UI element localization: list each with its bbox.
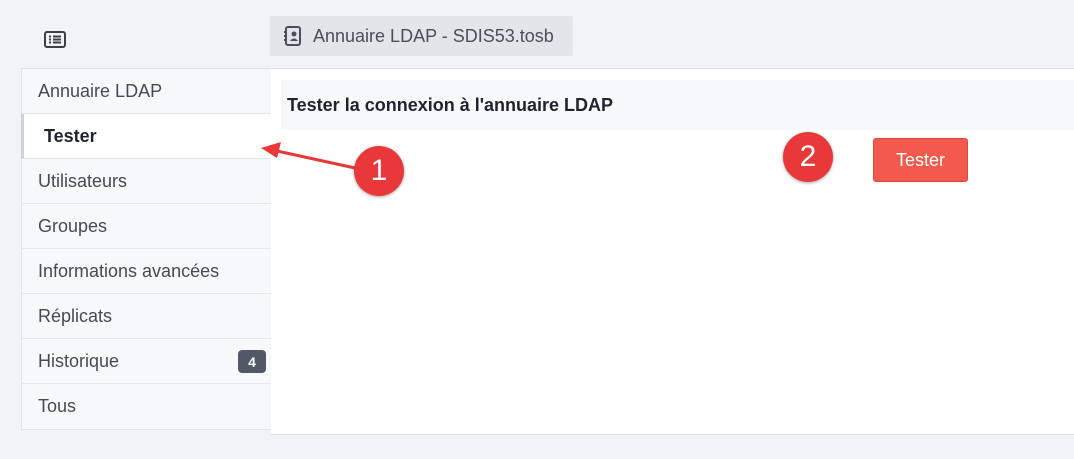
sidebar-item-label: Annuaire LDAP [38,80,163,101]
sidebar-item-utilisateurs[interactable]: Utilisateurs [22,159,272,204]
annotation-callout-1: 1 [354,146,404,196]
sidebar: Annuaire LDAP Tester Utilisateurs Groupe… [21,68,273,430]
document-tab-title: Annuaire LDAP - SDIS53.tosb [313,25,554,46]
sidebar-item-label: Utilisateurs [38,170,128,191]
sidebar-item-label: Groupes [38,215,108,236]
sidebar-item-replicats[interactable]: Réplicats [22,294,272,339]
contact-card-icon [284,26,304,46]
list-icon [44,30,66,48]
sidebar-item-label: Tester [44,125,97,146]
annotation-arrow [261,142,357,170]
section-title: Tester la connexion à l'annuaire LDAP [281,80,1074,130]
document-tab[interactable]: Annuaire LDAP - SDIS53.tosb [270,16,573,56]
sidebar-item-groupes[interactable]: Groupes [22,204,272,249]
sidebar-item-informations-avancees[interactable]: Informations avancées [22,249,272,294]
test-button[interactable]: Tester [873,138,968,182]
sidebar-item-label: Réplicats [38,305,113,326]
sidebar-item-tous[interactable]: Tous [22,384,272,429]
main-panel: Tester la connexion à l'annuaire LDAP Te… [271,68,1074,435]
sidebar-item-historique[interactable]: Historique 4 [22,339,272,384]
sidebar-item-label: Historique [38,350,120,371]
sidebar-item-tester[interactable]: Tester [21,114,273,159]
sidebar-item-label: Informations avancées [38,260,220,281]
annotation-callout-2: 2 [783,132,833,182]
count-badge: 4 [238,350,266,373]
sidebar-item-label: Tous [38,396,77,416]
sidebar-item-annuaire-ldap[interactable]: Annuaire LDAP [22,69,272,114]
menu-toggle-button[interactable] [42,29,68,49]
